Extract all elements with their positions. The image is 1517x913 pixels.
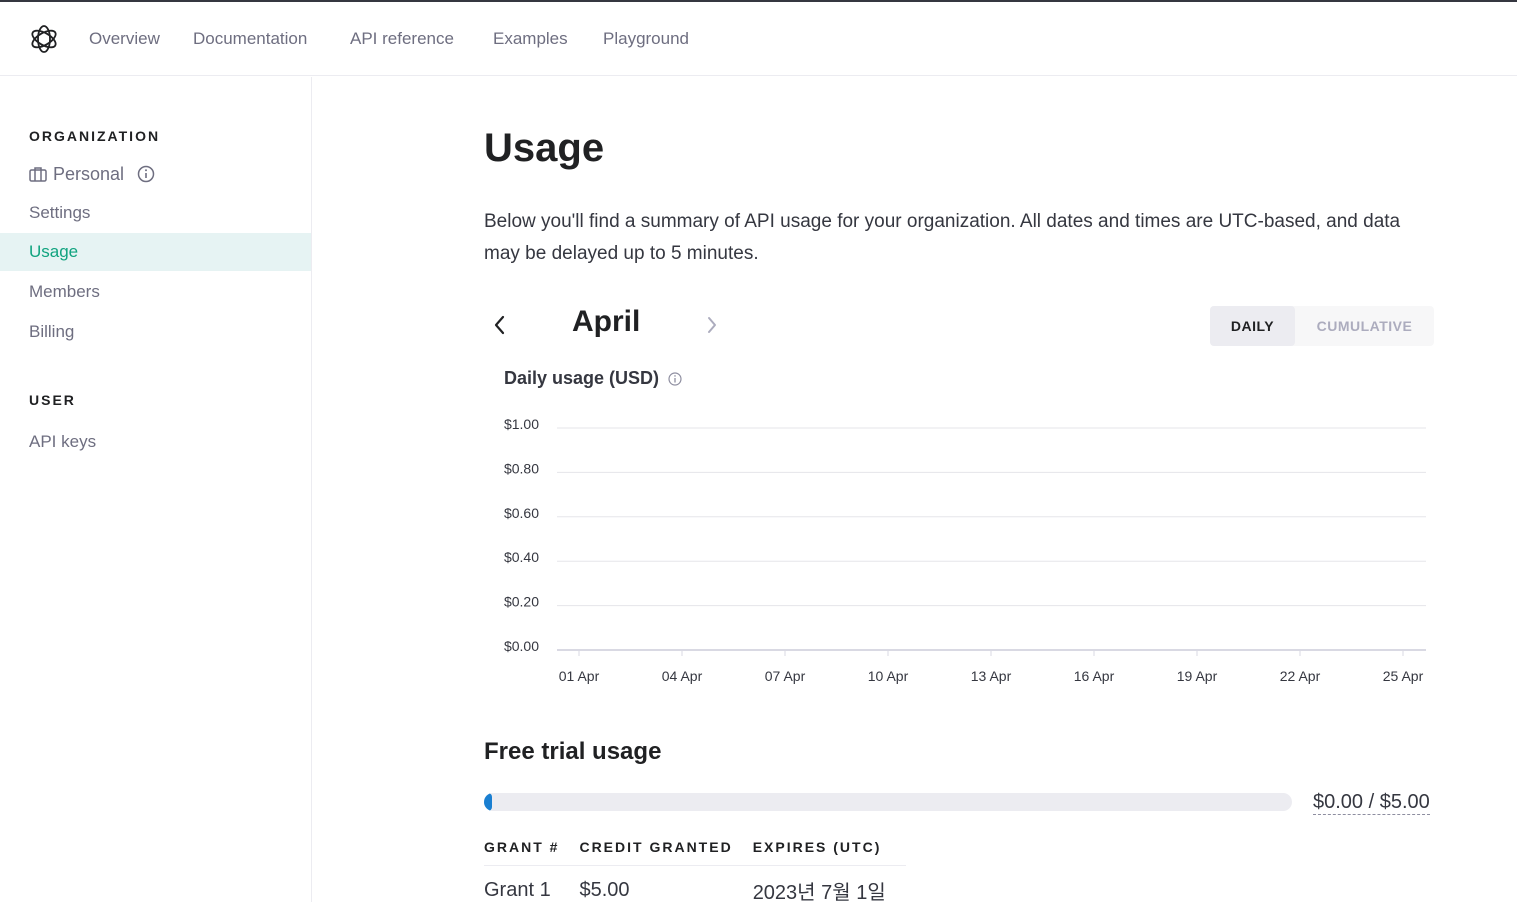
free-trial-amount[interactable]: $0.00 / $5.00 bbox=[1313, 790, 1430, 815]
x-tick-label: 10 Apr bbox=[868, 668, 909, 684]
usage-chart: $1.00 $0.80 $0.60 $0.40 $0.20 $0.00 01 Apr 04 A… bbox=[484, 405, 1444, 695]
chevron-right-icon[interactable] bbox=[700, 312, 724, 338]
x-tick-label: 04 Apr bbox=[662, 668, 703, 684]
sidebar-item-usage[interactable]: Usage bbox=[0, 233, 311, 271]
top-nav: Overview Documentation API reference Exa… bbox=[0, 2, 1517, 76]
nav-playground[interactable]: Playground bbox=[603, 29, 689, 49]
user-heading: USER bbox=[29, 392, 76, 408]
nav-overview[interactable]: Overview bbox=[89, 29, 160, 49]
x-tick-label: 16 Apr bbox=[1074, 668, 1115, 684]
month-label: April bbox=[572, 305, 640, 339]
sidebar-item-members[interactable]: Members bbox=[0, 273, 311, 311]
grant-credit: $5.00 bbox=[579, 866, 752, 913]
free-trial-title: Free trial usage bbox=[484, 738, 661, 766]
info-icon[interactable] bbox=[137, 165, 155, 183]
sidebar-item-settings[interactable]: Settings bbox=[0, 194, 311, 232]
header-grant: GRANT # bbox=[484, 834, 579, 866]
grant-expiry: 2023년 7월 1일 bbox=[753, 866, 906, 913]
sidebar-item-billing[interactable]: Billing bbox=[0, 313, 311, 351]
x-tick-label: 22 Apr bbox=[1280, 668, 1321, 684]
y-tick-label: $0.20 bbox=[504, 594, 539, 610]
free-trial-progress-fill bbox=[484, 793, 492, 811]
grant-id: Grant 1 bbox=[484, 866, 579, 913]
free-trial-progress bbox=[484, 793, 1292, 811]
x-tick-label: 25 Apr bbox=[1383, 668, 1424, 684]
x-tick-label: 19 Apr bbox=[1177, 668, 1218, 684]
nav-api-reference[interactable]: API reference bbox=[350, 29, 454, 49]
briefcase-icon bbox=[29, 166, 47, 182]
y-tick-label: $1.00 bbox=[504, 416, 539, 432]
nav-documentation[interactable]: Documentation bbox=[193, 29, 307, 49]
header-credit-granted: CREDIT GRANTED bbox=[579, 834, 752, 866]
y-tick-label: $0.40 bbox=[504, 549, 539, 565]
x-tick-label: 07 Apr bbox=[765, 668, 806, 684]
daily-toggle-button[interactable]: DAILY bbox=[1210, 306, 1295, 346]
view-toggle: DAILY CUMULATIVE bbox=[1210, 306, 1434, 346]
cumulative-toggle-button[interactable]: CUMULATIVE bbox=[1295, 306, 1434, 346]
chart-title: Daily usage (USD) bbox=[504, 368, 659, 389]
table-row: Grant 1 $5.00 2023년 7월 1일 bbox=[484, 866, 906, 913]
openai-logo-icon[interactable] bbox=[28, 23, 60, 55]
chart-title-row: Daily usage (USD) bbox=[504, 368, 682, 389]
org-selector[interactable]: Personal bbox=[29, 160, 161, 188]
y-tick-label: $0.00 bbox=[504, 638, 539, 654]
header-expires: EXPIRES (UTC) bbox=[753, 834, 906, 866]
org-name: Personal bbox=[53, 164, 124, 185]
sidebar-item-api-keys[interactable]: API keys bbox=[0, 423, 311, 461]
y-tick-label: $0.60 bbox=[504, 505, 539, 521]
x-tick-label: 01 Apr bbox=[559, 668, 600, 684]
org-heading: ORGANIZATION bbox=[29, 128, 160, 144]
x-tick-label: 13 Apr bbox=[971, 668, 1012, 684]
page-title: Usage bbox=[484, 126, 604, 171]
sidebar: ORGANIZATION Personal Settings Usage Mem… bbox=[0, 77, 312, 902]
chevron-left-icon[interactable] bbox=[488, 312, 512, 338]
page-description: Below you'll find a summary of API usage… bbox=[484, 206, 1424, 270]
nav-examples[interactable]: Examples bbox=[493, 29, 568, 49]
info-icon[interactable] bbox=[668, 372, 682, 386]
grant-table-header: GRANT # CREDIT GRANTED EXPIRES (UTC) bbox=[484, 834, 906, 866]
grant-table: GRANT # CREDIT GRANTED EXPIRES (UTC) Gra… bbox=[484, 834, 906, 913]
y-tick-label: $0.80 bbox=[504, 460, 539, 476]
